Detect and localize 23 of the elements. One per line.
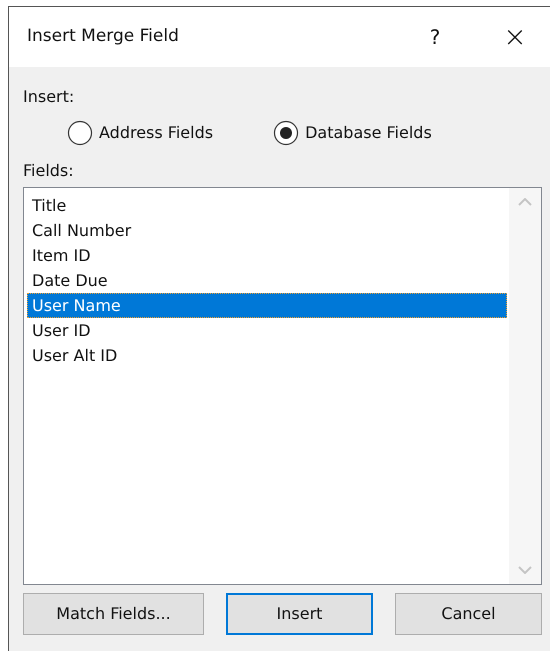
radio-button[interactable]: Database Fields [273,120,432,146]
window-title: Insert Merge Field [27,25,180,48]
dialog-button[interactable]: Insert [226,593,373,635]
radio-button[interactable]: Address Fields [67,120,214,146]
list-item[interactable]: User Name [27,293,507,318]
list-item[interactable]: User Alt ID [27,343,507,368]
dialog-button[interactable]: Match Fields... [23,593,204,635]
list-item[interactable]: Item ID [27,243,507,268]
help-button[interactable]: ? [420,22,450,52]
radio-icon[interactable] [67,120,93,146]
list-item[interactable]: User ID [27,318,507,343]
group-label: Insert: [23,86,76,107]
scroll-up-icon[interactable] [518,198,532,206]
scroll-down-icon[interactable] [518,566,532,574]
list-item[interactable]: Title [27,193,507,218]
scrollbar[interactable] [509,188,541,584]
radio-icon[interactable] [273,120,300,146]
fields-label: Fields: [23,160,75,181]
list-item[interactable]: Call Number [27,218,507,243]
list-item[interactable]: Date Due [27,268,507,293]
close-button[interactable]: × [500,23,530,51]
dialog-button[interactable]: Cancel [395,593,542,635]
fields-listbox[interactable]: Title Call Number Item ID Date Due User Name User ID User Alt ID [23,187,542,585]
